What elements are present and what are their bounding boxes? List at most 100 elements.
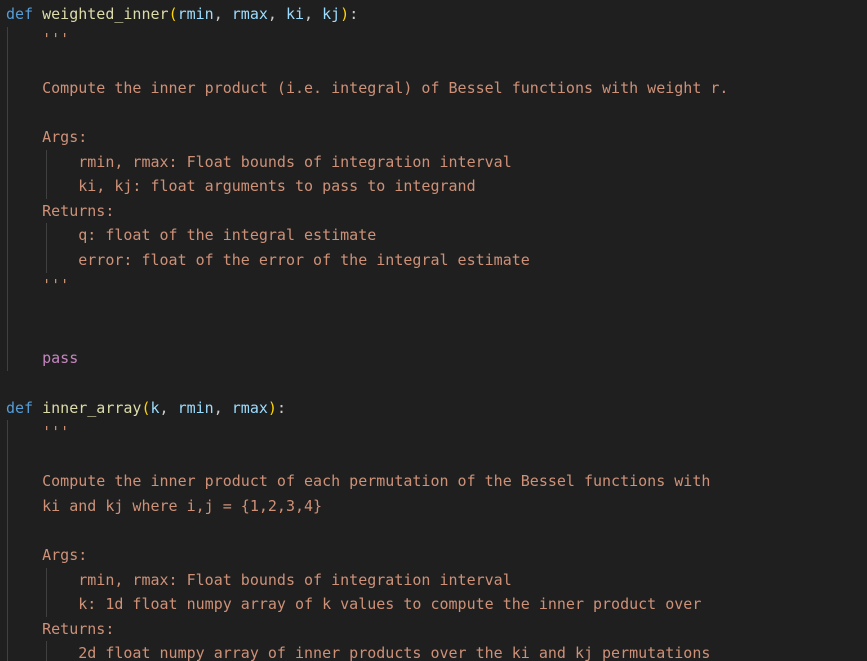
indent-guide: [7, 469, 8, 494]
indent-guide: [7, 198, 8, 224]
indent-guide: [46, 247, 47, 273]
code-token: (: [141, 398, 151, 417]
code-line[interactable]: Args:: [0, 124, 867, 150]
code-token: :: [349, 5, 359, 23]
code-token: def: [6, 398, 34, 417]
code-line[interactable]: ''': [0, 26, 867, 52]
indent-guide: [7, 592, 8, 617]
code-token: k: [150, 398, 160, 417]
code-line[interactable]: error: float of the error of the integra…: [0, 247, 867, 273]
indent-guide: [46, 592, 47, 617]
code-token: ''': [6, 275, 70, 294]
indent-guide: [7, 321, 8, 347]
code-token: rmin: [177, 398, 214, 417]
code-token: q: float of the integral estimate: [6, 226, 377, 245]
code-token: ki, kj: float arguments to pass to integ…: [6, 177, 476, 196]
code-lines-container[interactable]: def weighted_inner(rmin, rmax, ki, kj): …: [0, 2, 867, 661]
code-line[interactable]: [0, 371, 867, 396]
indent-guide: [46, 567, 47, 593]
code-line[interactable]: ki, kj: float arguments to pass to integ…: [0, 174, 867, 199]
code-line[interactable]: Returns:: [0, 616, 867, 642]
indent-guide: [46, 149, 47, 175]
code-token: ''': [6, 29, 70, 48]
indent-guide: [7, 149, 8, 175]
code-token: ''': [6, 423, 70, 442]
code-line[interactable]: [0, 321, 867, 347]
code-line[interactable]: q: float of the integral estimate: [0, 223, 867, 248]
code-token: 2d float numpy array of inner products o…: [6, 644, 711, 661]
code-token: pass: [42, 349, 79, 368]
code-line[interactable]: ki and kj where i,j = {1,2,3,4}: [0, 493, 867, 519]
code-line[interactable]: ''': [0, 272, 867, 298]
code-token: ,: [213, 398, 232, 417]
code-token: def: [6, 5, 34, 23]
code-token: ki: [285, 5, 305, 23]
code-token: inner_array: [42, 398, 142, 417]
code-line[interactable]: k: 1d float numpy array of k values to c…: [0, 592, 867, 617]
indent-guide: [7, 75, 8, 101]
indent-guide: [7, 174, 8, 199]
code-line[interactable]: [0, 297, 867, 322]
code-token: Args:: [6, 127, 88, 146]
code-line[interactable]: Compute the inner product of each permut…: [0, 469, 867, 494]
code-line[interactable]: 2d float numpy array of inner products o…: [0, 641, 867, 661]
code-line[interactable]: Returns:: [0, 198, 867, 224]
code-line[interactable]: [0, 51, 867, 76]
code-line[interactable]: [0, 100, 867, 125]
code-token: Returns:: [6, 201, 115, 220]
indent-guide: [7, 567, 8, 593]
code-token: Compute the inner product (i.e. integral…: [6, 78, 729, 97]
indent-guide: [7, 100, 8, 125]
code-token: Compute the inner product of each permut…: [6, 472, 711, 491]
indent-guide: [7, 641, 8, 661]
indent-guide: [7, 223, 8, 248]
code-line[interactable]: def inner_array(k, rmin, rmax):: [0, 396, 867, 421]
code-token: :: [276, 398, 286, 417]
code-token: ,: [304, 5, 323, 23]
indent-guide: [7, 616, 8, 642]
code-token: ,: [267, 5, 286, 23]
code-token: rmin: [177, 5, 214, 23]
code-token: (: [168, 5, 178, 23]
indent-guide: [7, 51, 8, 76]
code-line[interactable]: pass: [0, 346, 867, 371]
code-line[interactable]: rmin, rmax: Float bounds of integration …: [0, 149, 867, 175]
code-token: ): [340, 5, 350, 23]
indent-guide: [46, 641, 47, 661]
code-token: ki and kj where i,j = {1,2,3,4}: [6, 496, 323, 515]
code-line[interactable]: ''': [0, 420, 867, 445]
code-token: rmax: [231, 5, 268, 23]
code-token: rmin, rmax: Float bounds of integration …: [6, 570, 512, 589]
code-line[interactable]: Compute the inner product (i.e. integral…: [0, 75, 867, 101]
code-token: rmax: [231, 398, 268, 417]
indent-guide: [7, 297, 8, 322]
indent-guide: [7, 272, 8, 298]
indent-guide: [7, 493, 8, 519]
code-line[interactable]: rmin, rmax: Float bounds of integration …: [0, 567, 867, 593]
code-line[interactable]: Args:: [0, 543, 867, 568]
indent-guide: [46, 174, 47, 199]
code-editor-pane[interactable]: def weighted_inner(rmin, rmax, ki, kj): …: [0, 0, 867, 661]
code-token: weighted_inner: [42, 5, 169, 23]
code-token: ): [267, 398, 277, 417]
code-token: ,: [213, 5, 232, 23]
indent-guide: [7, 444, 8, 470]
indent-guide: [7, 346, 8, 371]
code-line[interactable]: [0, 444, 867, 470]
indent-guide: [7, 247, 8, 273]
code-token: error: float of the error of the integra…: [6, 250, 530, 269]
code-token: k: 1d float numpy array of k values to c…: [6, 595, 702, 614]
code-token: Args:: [6, 546, 88, 565]
code-line[interactable]: def weighted_inner(rmin, rmax, ki, kj):: [0, 2, 867, 27]
code-line[interactable]: [0, 518, 867, 544]
indent-guide: [7, 26, 8, 52]
code-token: kj: [322, 5, 341, 23]
indent-guide: [7, 420, 8, 445]
code-token: rmin, rmax: Float bounds of integration …: [6, 152, 512, 171]
code-token: Returns:: [6, 619, 115, 638]
code-token: ,: [159, 398, 178, 417]
indent-guide: [7, 543, 8, 568]
